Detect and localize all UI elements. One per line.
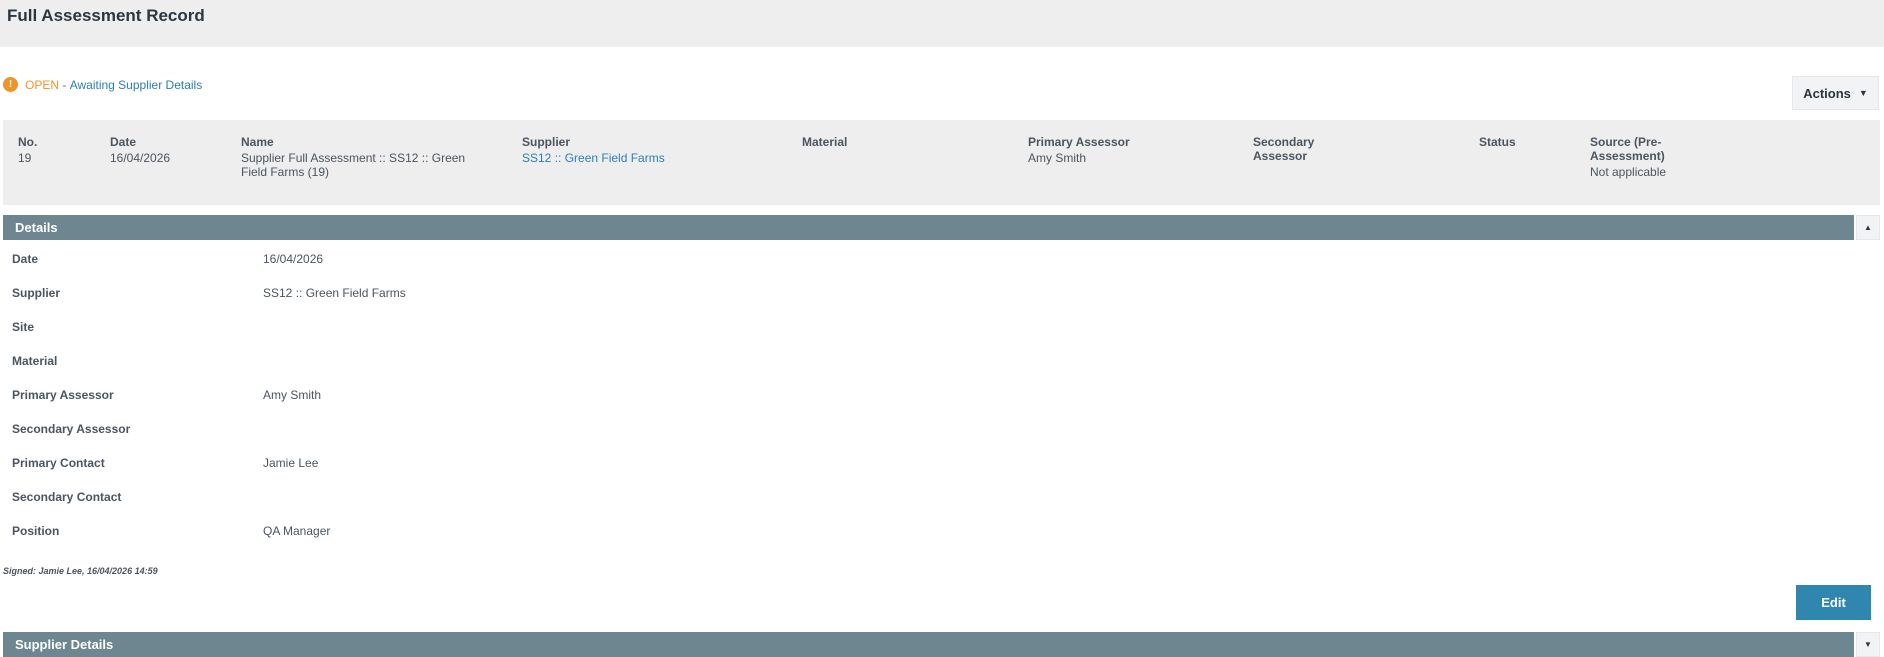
detail-value: Amy Smith [263, 388, 322, 402]
summary-source-label: Source (Pre-Assessment) [1590, 135, 1665, 163]
summary-date-label: Date [110, 135, 137, 149]
status-state: OPEN [25, 77, 60, 92]
summary-primary-assessor: Primary Assessor Amy Smith [1028, 135, 1228, 165]
edit-button[interactable]: Edit [1796, 585, 1871, 620]
details-section-header[interactable]: Details [3, 215, 1854, 240]
summary-name: Name Supplier Full Assessment :: SS12 ::… [241, 135, 481, 179]
summary-supplier: Supplier SS12 :: Green Field Farms [522, 135, 772, 165]
summary-secondary-assessor: Secondary Assessor [1253, 135, 1333, 165]
detail-row-supplier: Supplier SS12 :: Green Field Farms [12, 286, 406, 302]
status-description: Awaiting Supplier Details [69, 77, 203, 92]
summary-status-label: Status [1479, 135, 1516, 149]
detail-label: Supplier [12, 286, 61, 300]
actions-button[interactable]: Actions ▼ [1792, 76, 1879, 110]
detail-value: 16/04/2026 [263, 252, 324, 266]
detail-row-position: Position QA Manager [12, 524, 330, 540]
summary-date: Date 16/04/2026 [110, 135, 220, 165]
detail-row-primary-contact: Primary Contact Jamie Lee [12, 456, 318, 472]
summary-name-value: Supplier Full Assessment :: SS12 :: Gree… [241, 151, 466, 179]
summary-no-value: 19 [18, 151, 32, 165]
details-section-title: Details [15, 220, 58, 235]
summary-material-label: Material [802, 135, 848, 149]
page-title: Full Assessment Record [7, 6, 205, 25]
summary-no: No. 19 [18, 135, 88, 165]
detail-label: Material [12, 354, 58, 368]
summary-material: Material [802, 135, 1002, 151]
summary-panel: No. 19 Date 16/04/2026 Name Supplier Ful… [3, 120, 1880, 205]
summary-name-label: Name [241, 135, 274, 149]
detail-value: Jamie Lee [263, 456, 319, 470]
detail-label: Primary Contact [12, 456, 105, 470]
detail-label: Date [12, 252, 39, 266]
status-separator: - [59, 77, 70, 92]
title-bar: Full Assessment Record [0, 0, 1884, 47]
exclamation-icon: ! [3, 77, 18, 92]
supplier-details-section-header[interactable]: Supplier Details [3, 632, 1854, 657]
summary-source: Source (Pre-Assessment) Not applicable [1590, 135, 1680, 179]
summary-primary-assessor-value: Amy Smith [1028, 151, 1087, 165]
detail-value: SS12 :: Green Field Farms [263, 286, 406, 300]
caret-down-icon[interactable]: ▼ [1856, 632, 1880, 657]
summary-status: Status [1479, 135, 1569, 151]
supplier-details-section-title: Supplier Details [15, 637, 114, 652]
detail-label: Site [12, 320, 35, 334]
detail-row-date: Date 16/04/2026 [12, 252, 323, 268]
summary-date-value: 16/04/2026 [110, 151, 171, 165]
summary-secondary-assessor-label: Secondary Assessor [1253, 135, 1315, 163]
detail-row-secondary-assessor: Secondary Assessor [12, 422, 263, 438]
detail-row-secondary-contact: Secondary Contact [12, 490, 263, 506]
detail-label: Primary Assessor [12, 388, 114, 402]
detail-row-material: Material [12, 354, 263, 370]
status-line: ! OPEN - Awaiting Supplier Details [3, 77, 202, 92]
detail-label: Secondary Contact [12, 490, 122, 504]
caret-up-icon[interactable]: ▲ [1856, 215, 1880, 240]
summary-supplier-label: Supplier [522, 135, 571, 149]
summary-no-label: No. [18, 135, 38, 149]
summary-supplier-link[interactable]: SS12 :: Green Field Farms [522, 151, 772, 165]
chevron-down-icon: ▼ [1858, 88, 1868, 98]
actions-label: Actions [1803, 85, 1851, 101]
detail-row-primary-assessor: Primary Assessor Amy Smith [12, 388, 321, 404]
signed-text: Signed: Jamie Lee, 16/04/2026 14:59 [3, 566, 158, 576]
summary-source-value: Not applicable [1590, 165, 1667, 179]
detail-value: QA Manager [263, 524, 331, 538]
detail-label: Secondary Assessor [12, 422, 131, 436]
detail-row-site: Site [12, 320, 263, 336]
summary-primary-assessor-label: Primary Assessor [1028, 135, 1130, 149]
detail-label: Position [12, 524, 60, 538]
